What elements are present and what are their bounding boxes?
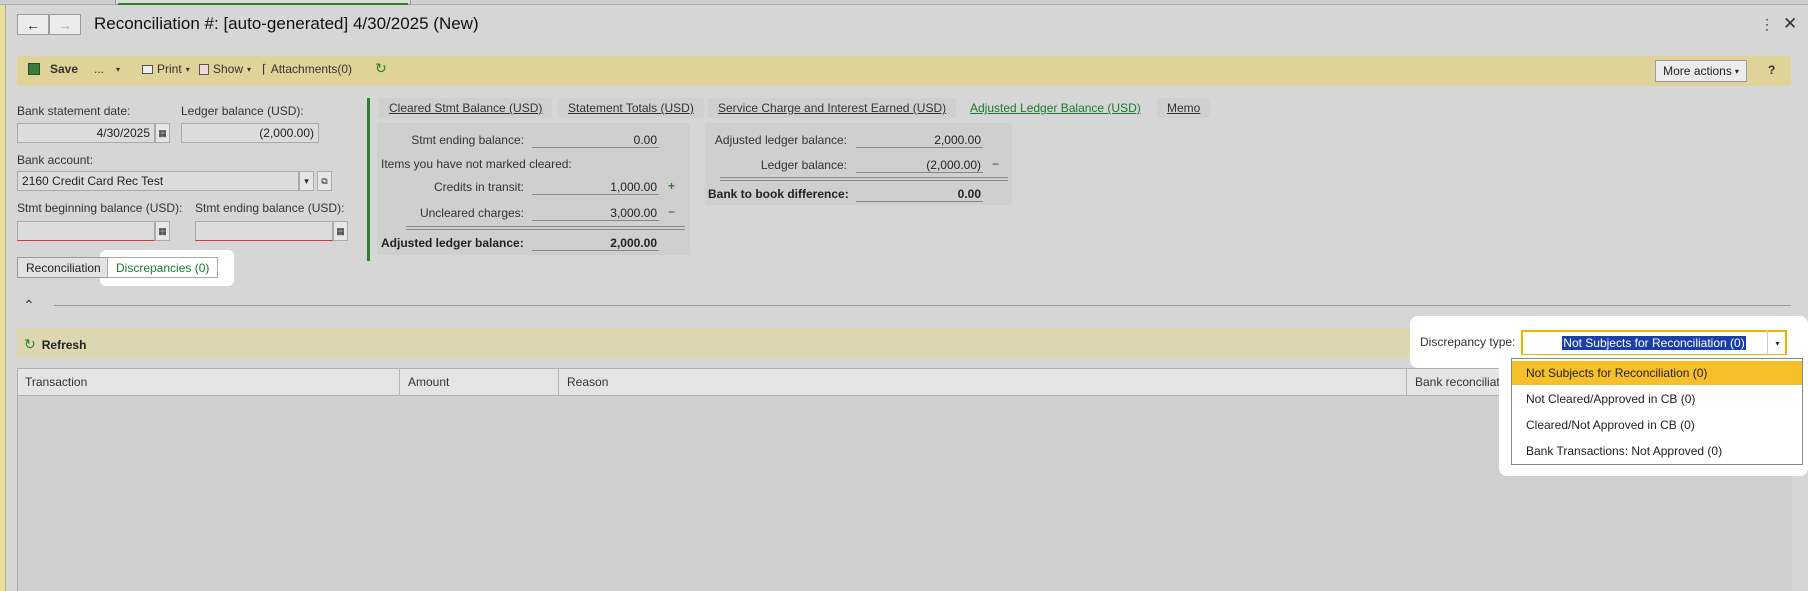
calculator-icon[interactable]: ▦ [333,221,348,241]
stmt-ending-balance-label: Stmt ending balance (USD): [195,201,345,215]
tab-statement-totals[interactable]: Statement Totals (USD) [558,98,704,118]
dropdown-option[interactable]: Cleared/Not Approved in CB (0) [1512,413,1802,437]
back-button[interactable]: ← [17,14,49,35]
dropdown-option[interactable]: Not Cleared/Approved in CB (0) [1512,387,1802,411]
more-actions-button[interactable]: More actions ▾ [1655,60,1747,82]
attachments-button[interactable]: ⌈ Attachments(0) [262,62,352,76]
printer-icon [142,64,153,74]
document-icon [199,63,209,75]
uncleared-charges-label: Uncleared charges: [419,206,524,220]
arrow-right-icon: → [58,16,72,33]
uncleared-charges-value: 3,000.00 [532,206,659,221]
kebab-menu-icon[interactable]: ⋮ [1760,16,1774,33]
column-reason[interactable]: Reason [559,368,1407,396]
bank-account-select[interactable]: 2160 Credit Card Rec Test [17,171,299,191]
chevron-down-icon: ▾ [185,64,190,74]
tab-service-charge[interactable]: Service Charge and Interest Earned (USD) [708,98,957,118]
column-transaction[interactable]: Transaction [17,368,400,396]
discrepancy-type-dropdown: Not Subjects for Reconciliation (0) Not … [1511,358,1803,465]
tab-memo[interactable]: Memo [1157,98,1211,118]
stmt-ending-summary-value: 0.00 [532,133,659,148]
credits-in-transit-value: 1,000.00 [532,180,659,195]
ledger-balance-field: (2,000.00) [181,123,319,143]
tab-reconciliation[interactable]: Reconciliation [17,257,110,278]
help-icon[interactable]: ? [1768,63,1775,77]
chevron-down-icon[interactable]: ▾ [299,171,314,191]
column-amount[interactable]: Amount [400,368,559,396]
chevron-down-icon: ▾ [247,64,252,74]
close-icon[interactable]: ✕ [1783,14,1797,34]
minus-icon: − [992,157,1000,171]
bank-account-label: Bank account: [17,153,94,167]
calendar-icon[interactable]: ▦ [155,123,170,143]
show-button[interactable]: Show ▾ [199,62,251,76]
print-button[interactable]: Print ▾ [142,62,190,76]
dropdown-option[interactable]: Not Subjects for Reconciliation (0) [1512,361,1802,385]
ledger-balance-summary-label: Ledger balance: [760,158,847,172]
stmt-ending-summary-label: Stmt ending balance: [411,133,524,147]
bank-to-book-label: Bank to book difference: [708,187,849,201]
page-title: Reconciliation #: [auto-generated] 4/30/… [94,14,479,33]
section-divider [54,305,1791,306]
ledger-balance-summary-value: (2,000.00) [856,158,983,173]
refresh-button[interactable]: ↻ Refresh [24,336,86,353]
bank-to-book-value: 0.00 [856,187,983,202]
stmt-beginning-balance-label: Stmt beginning balance (USD): [17,201,183,215]
more-toolbar-dropdown[interactable]: ... ▾ [94,62,120,76]
discrepancy-type-label: Discrepancy type: [1420,335,1516,349]
chevron-down-icon[interactable]: ▾ [1767,330,1787,356]
minus-icon: − [668,205,676,219]
ledger-balance-label: Ledger balance (USD): [181,104,304,118]
adjusted-ledger-label: Adjusted ledger balance: [381,236,524,250]
tab-cleared-stmt-balance[interactable]: Cleared Stmt Balance (USD) [379,98,553,118]
tab-adjusted-ledger-balance[interactable]: Adjusted Ledger Balance (USD) [960,98,1151,118]
adjusted-ledger-summary-label: Adjusted ledger balance: [714,133,847,147]
open-record-icon[interactable]: ⧉ [317,171,332,191]
active-top-tab[interactable] [115,0,411,5]
chevron-down-icon: ▾ [116,64,121,74]
not-marked-label: Items you have not marked cleared: [381,157,572,171]
bank-statement-date-field[interactable]: 4/30/2025 [17,123,155,143]
bank-statement-date-label: Bank statement date: [17,104,131,118]
forward-button[interactable]: → [49,14,81,35]
left-accent-bar [0,5,6,591]
credits-in-transit-label: Credits in transit: [433,180,524,194]
double-rule [720,177,1008,181]
refresh-icon[interactable]: ↻ [375,60,387,77]
adjusted-ledger-value: 2,000.00 [532,236,659,251]
discrepancy-type-select[interactable]: Not Subjects for Reconciliation (0) [1521,330,1787,356]
calculator-icon[interactable]: ▦ [155,221,170,241]
plus-icon: + [668,179,676,193]
adjusted-ledger-summary-value: 2,000.00 [856,133,983,148]
save-icon [28,63,40,75]
double-rule [406,226,685,230]
stmt-beginning-balance-field[interactable] [17,221,155,241]
chevron-up-icon[interactable]: ⌃ [23,297,35,314]
chevron-down-icon: ▾ [1734,66,1739,76]
save-button[interactable]: Save [28,62,78,76]
stmt-ending-balance-field[interactable] [195,221,333,241]
arrow-left-icon: ← [26,16,40,33]
tab-discrepancies[interactable]: Discrepancies (0) [107,257,219,278]
dropdown-option[interactable]: Bank Transactions: Not Approved (0) [1512,439,1802,463]
summary-divider [367,98,370,261]
refresh-icon: ↻ [24,336,36,352]
paperclip-icon: ⌈ [262,62,267,76]
